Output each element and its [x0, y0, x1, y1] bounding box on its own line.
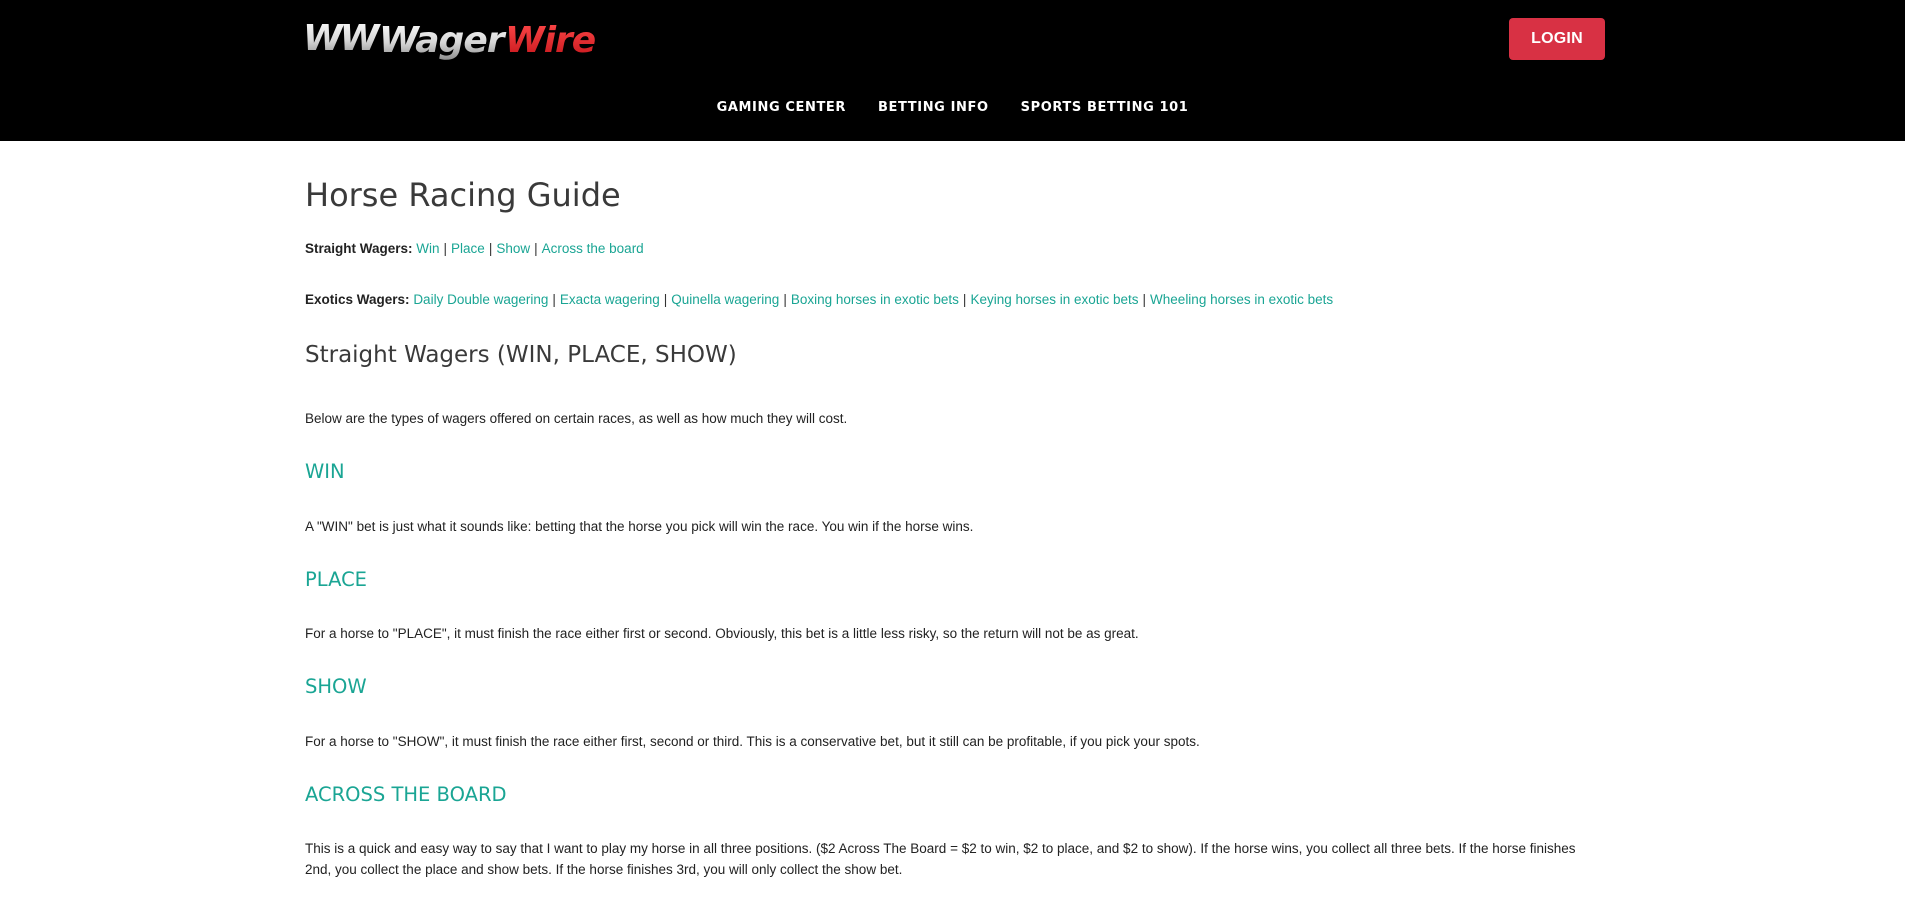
login-button[interactable]: LOGIN — [1509, 18, 1605, 60]
place-text: For a horse to "PLACE", it must finish t… — [305, 626, 1139, 641]
nav-betting-info[interactable]: BETTING INFO — [878, 100, 989, 115]
nav-gaming-center[interactable]: GAMING CENTER — [717, 100, 846, 115]
link-keying-horses[interactable]: Keying horses in exotic bets — [970, 292, 1138, 307]
separator: | — [1142, 292, 1147, 307]
link-boxing-horses[interactable]: Boxing horses in exotic bets — [791, 292, 959, 307]
nav-sports-betting-101[interactable]: SPORTS BETTING 101 — [1021, 100, 1189, 115]
straight-wagers-links: Straight Wagers: Win | Place | Show | Across t… — [305, 239, 1605, 259]
heading-show: SHOW — [305, 675, 367, 698]
heading-place: PLACE — [305, 567, 368, 591]
main-nav: GAMING CENTER BETTING INFO SPORTS BETTIN… — [0, 100, 1905, 115]
link-place[interactable]: Place — [451, 241, 485, 256]
site-header: WW Wager Wire LOGIN GAMING CENTER BETTIN… — [0, 0, 1905, 141]
straight-wagers-label: Straight Wagers: — [305, 241, 413, 256]
section-title-straight-wagers: Straight Wagers (WIN, PLACE, SHOW) — [305, 342, 737, 368]
link-quinella[interactable]: Quinella wagering — [671, 292, 779, 307]
across-the-board-text: This is a quick and easy way to say that… — [305, 841, 1576, 877]
exotics-wagers-label: Exotics Wagers: — [305, 292, 410, 307]
separator: | — [552, 292, 556, 307]
link-wheeling-horses[interactable]: Wheeling horses in exotic bets — [1150, 292, 1333, 307]
separator: | — [783, 292, 787, 307]
separator: | — [534, 241, 538, 256]
separator: | — [962, 292, 967, 307]
svg-text:Wager: Wager — [379, 20, 507, 61]
site-logo[interactable]: WW Wager Wire — [303, 12, 603, 62]
main-content: Horse Racing Guide Straight Wagers: Win |… — [305, 141, 1605, 880]
heading-across-the-board: ACROSS THE BOARD — [305, 782, 507, 806]
intro-text: Below are the types of wagers offered on… — [305, 411, 848, 426]
wagerwire-logo-icon: WW Wager Wire — [303, 18, 597, 61]
link-across-the-board[interactable]: Across the board — [542, 241, 644, 256]
svg-text:Wire: Wire — [505, 20, 596, 61]
link-daily-double[interactable]: Daily Double wagering — [413, 292, 548, 307]
heading-win: WIN — [305, 460, 345, 483]
page-title: Horse Racing Guide — [305, 176, 621, 214]
svg-text:WW: WW — [303, 18, 382, 59]
link-win[interactable]: Win — [416, 241, 439, 256]
link-show[interactable]: Show — [496, 241, 530, 256]
separator: | — [443, 241, 448, 256]
separator: | — [663, 292, 668, 307]
exotics-wagers-links: Exotics Wagers: Daily Double wagering | Ex… — [305, 290, 1605, 310]
link-exacta[interactable]: Exacta wagering — [560, 292, 660, 307]
win-text: A "WIN" bet is just what it sounds like:… — [305, 518, 974, 534]
show-text: For a horse to "SHOW", it must finish th… — [305, 733, 1200, 749]
separator: | — [488, 241, 493, 256]
